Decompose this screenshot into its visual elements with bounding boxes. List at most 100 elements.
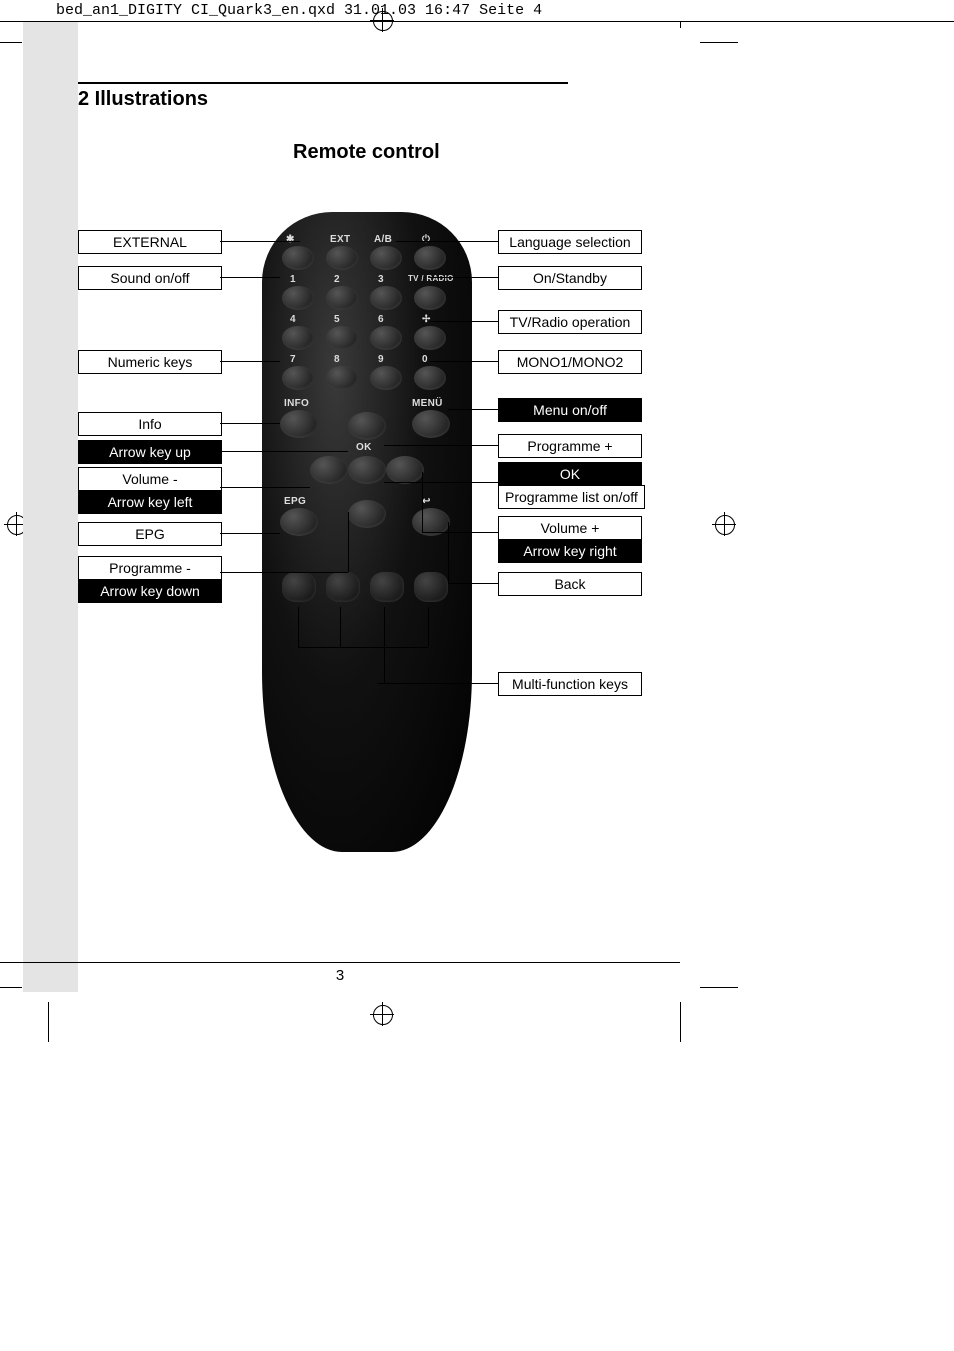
remote-diagram: ✱ EXT A/B ⏻ 1 2 3 TV / RADIO 4 5 6 ✢ [78, 212, 678, 912]
leader-line [430, 361, 498, 362]
num-8-button[interactable] [326, 366, 358, 390]
ext-button[interactable] [326, 246, 358, 270]
callout-vol-plus: Volume + [498, 516, 642, 540]
crop-mark [0, 42, 22, 43]
num-1-button[interactable] [282, 286, 314, 310]
leader-line [220, 423, 280, 424]
epg-button[interactable] [280, 508, 318, 536]
num-label: 0 [422, 354, 428, 365]
leader-line [220, 533, 280, 534]
crop-mark [48, 1002, 49, 1042]
info-button[interactable] [280, 410, 318, 438]
leader-line [220, 277, 280, 278]
func-green-button[interactable] [326, 572, 360, 602]
callout-mono: MONO1/MONO2 [498, 350, 642, 374]
callout-numeric: Numeric keys [78, 350, 222, 374]
callout-prog-minus: Programme - [78, 556, 222, 580]
up-button[interactable] [348, 412, 386, 440]
leader-line [430, 321, 498, 322]
page: 2 Illustrations Remote control ✱ EXT A/B… [0, 22, 954, 1322]
callout-back: Back [498, 572, 642, 596]
leader-line [220, 572, 348, 573]
down-button[interactable] [348, 500, 386, 528]
callout-info: Info [78, 412, 222, 436]
leader-line [422, 472, 423, 532]
crop-mark [680, 22, 681, 28]
leader-line [220, 361, 280, 362]
crop-mark [700, 42, 738, 43]
callout-ok: OK [498, 462, 642, 486]
num-7-button[interactable] [282, 366, 314, 390]
margin-gutter [23, 22, 78, 992]
mute-button[interactable] [282, 246, 314, 270]
leader-line [220, 451, 348, 452]
crop-mark [700, 987, 738, 988]
ok-button[interactable] [348, 456, 386, 484]
leader-line [396, 241, 498, 242]
leader-line [298, 647, 428, 648]
callout-external: EXTERNAL [78, 230, 222, 254]
func-yellow-button[interactable] [370, 572, 404, 602]
callout-arrow-left: Arrow key left [78, 490, 222, 514]
num-label: 2 [334, 274, 340, 285]
callout-language: Language selection [498, 230, 642, 254]
registration-mark [712, 512, 736, 536]
num-label: 7 [290, 354, 296, 365]
callout-tvradio: TV/Radio operation [498, 310, 642, 334]
crop-mark [0, 987, 22, 988]
callout-arrow-up: Arrow key up [78, 440, 222, 464]
callout-arrow-down: Arrow key down [78, 579, 222, 603]
power-button[interactable] [414, 246, 446, 270]
leader-line [428, 607, 429, 647]
section-heading: 2 Illustrations [78, 88, 678, 111]
leader-line [422, 532, 498, 533]
leader-line [220, 241, 300, 242]
soundmode-label: ✢ [422, 314, 431, 325]
num-6-button[interactable] [370, 326, 402, 350]
leader-line [340, 607, 341, 647]
registration-mark [370, 1002, 394, 1026]
tvradio-label: TV / RADIO [408, 274, 454, 283]
soundmode-button[interactable] [414, 326, 446, 350]
power-icon: ⏻ [422, 234, 430, 245]
num-5-button[interactable] [326, 326, 358, 350]
func-blue-button[interactable] [414, 572, 448, 602]
callout-vol-minus: Volume - [78, 467, 222, 491]
tvradio-button[interactable] [414, 286, 446, 310]
num-label: 5 [334, 314, 340, 325]
callout-arrow-right: Arrow key right [498, 539, 642, 563]
num-3-button[interactable] [370, 286, 402, 310]
crop-mark [680, 1002, 681, 1042]
leader-line [448, 522, 449, 583]
right-button[interactable] [386, 456, 424, 484]
ab-button[interactable] [370, 246, 402, 270]
leader-line [384, 445, 498, 446]
left-button[interactable] [310, 456, 348, 484]
callout-sound: Sound on/off [78, 266, 222, 290]
leader-line [448, 409, 498, 410]
leader-line [384, 482, 498, 483]
num-label: 8 [334, 354, 340, 365]
callout-epg: EPG [78, 522, 222, 546]
content-column: 2 Illustrations Remote control [78, 82, 678, 164]
ab-label: A/B [374, 234, 392, 245]
num-label: 4 [290, 314, 296, 325]
menu-label: MENÜ [412, 398, 443, 409]
mute-icon: ✱ [286, 234, 295, 245]
menu-button[interactable] [412, 410, 450, 438]
callout-menu: Menu on/off [498, 398, 642, 422]
epg-label: EPG [284, 496, 306, 507]
back-icon: ↩ [422, 496, 431, 507]
func-red-button[interactable] [282, 572, 316, 602]
callout-proglist: Programme list on/off [498, 485, 645, 509]
num-label: 3 [378, 274, 384, 285]
num-2-button[interactable] [326, 286, 358, 310]
num-0-button[interactable] [414, 366, 446, 390]
num-9-button[interactable] [370, 366, 402, 390]
leader-line [298, 607, 299, 647]
num-4-button[interactable] [282, 326, 314, 350]
leader-line [384, 607, 385, 683]
info-label: INFO [284, 398, 309, 409]
leader-line [448, 583, 498, 584]
leader-line [378, 683, 498, 684]
